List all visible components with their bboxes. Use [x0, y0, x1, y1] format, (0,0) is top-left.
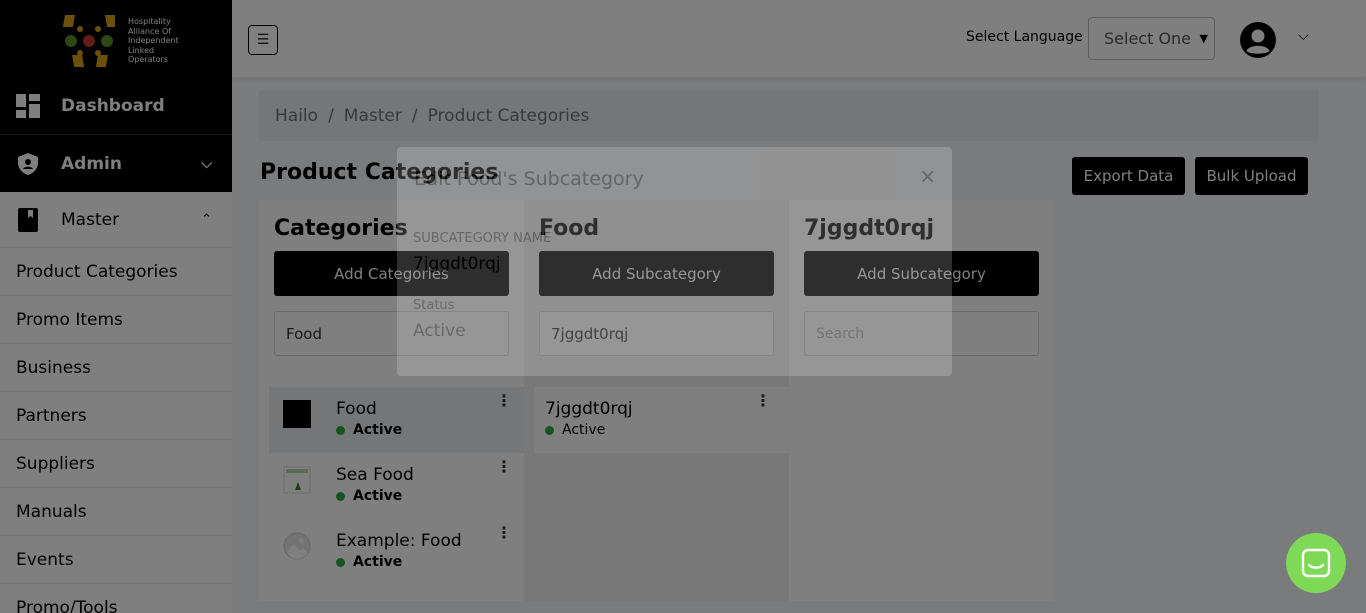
chat-launcher-button[interactable] [1286, 533, 1346, 593]
modal-title: Edit Food's Subcategory [414, 168, 644, 190]
subcategory-name-field[interactable]: 7jggdt0rqj [413, 254, 501, 274]
close-icon[interactable]: × [919, 164, 936, 188]
chat-icon [1301, 548, 1331, 578]
edit-subcategory-modal: Edit Food's Subcategory × SUBCATEGORY NA… [397, 147, 952, 376]
status-select[interactable]: Active [413, 321, 466, 341]
subcategory-name-label: SUBCATEGORY NAME [413, 231, 552, 246]
status-label: Status [413, 298, 455, 313]
